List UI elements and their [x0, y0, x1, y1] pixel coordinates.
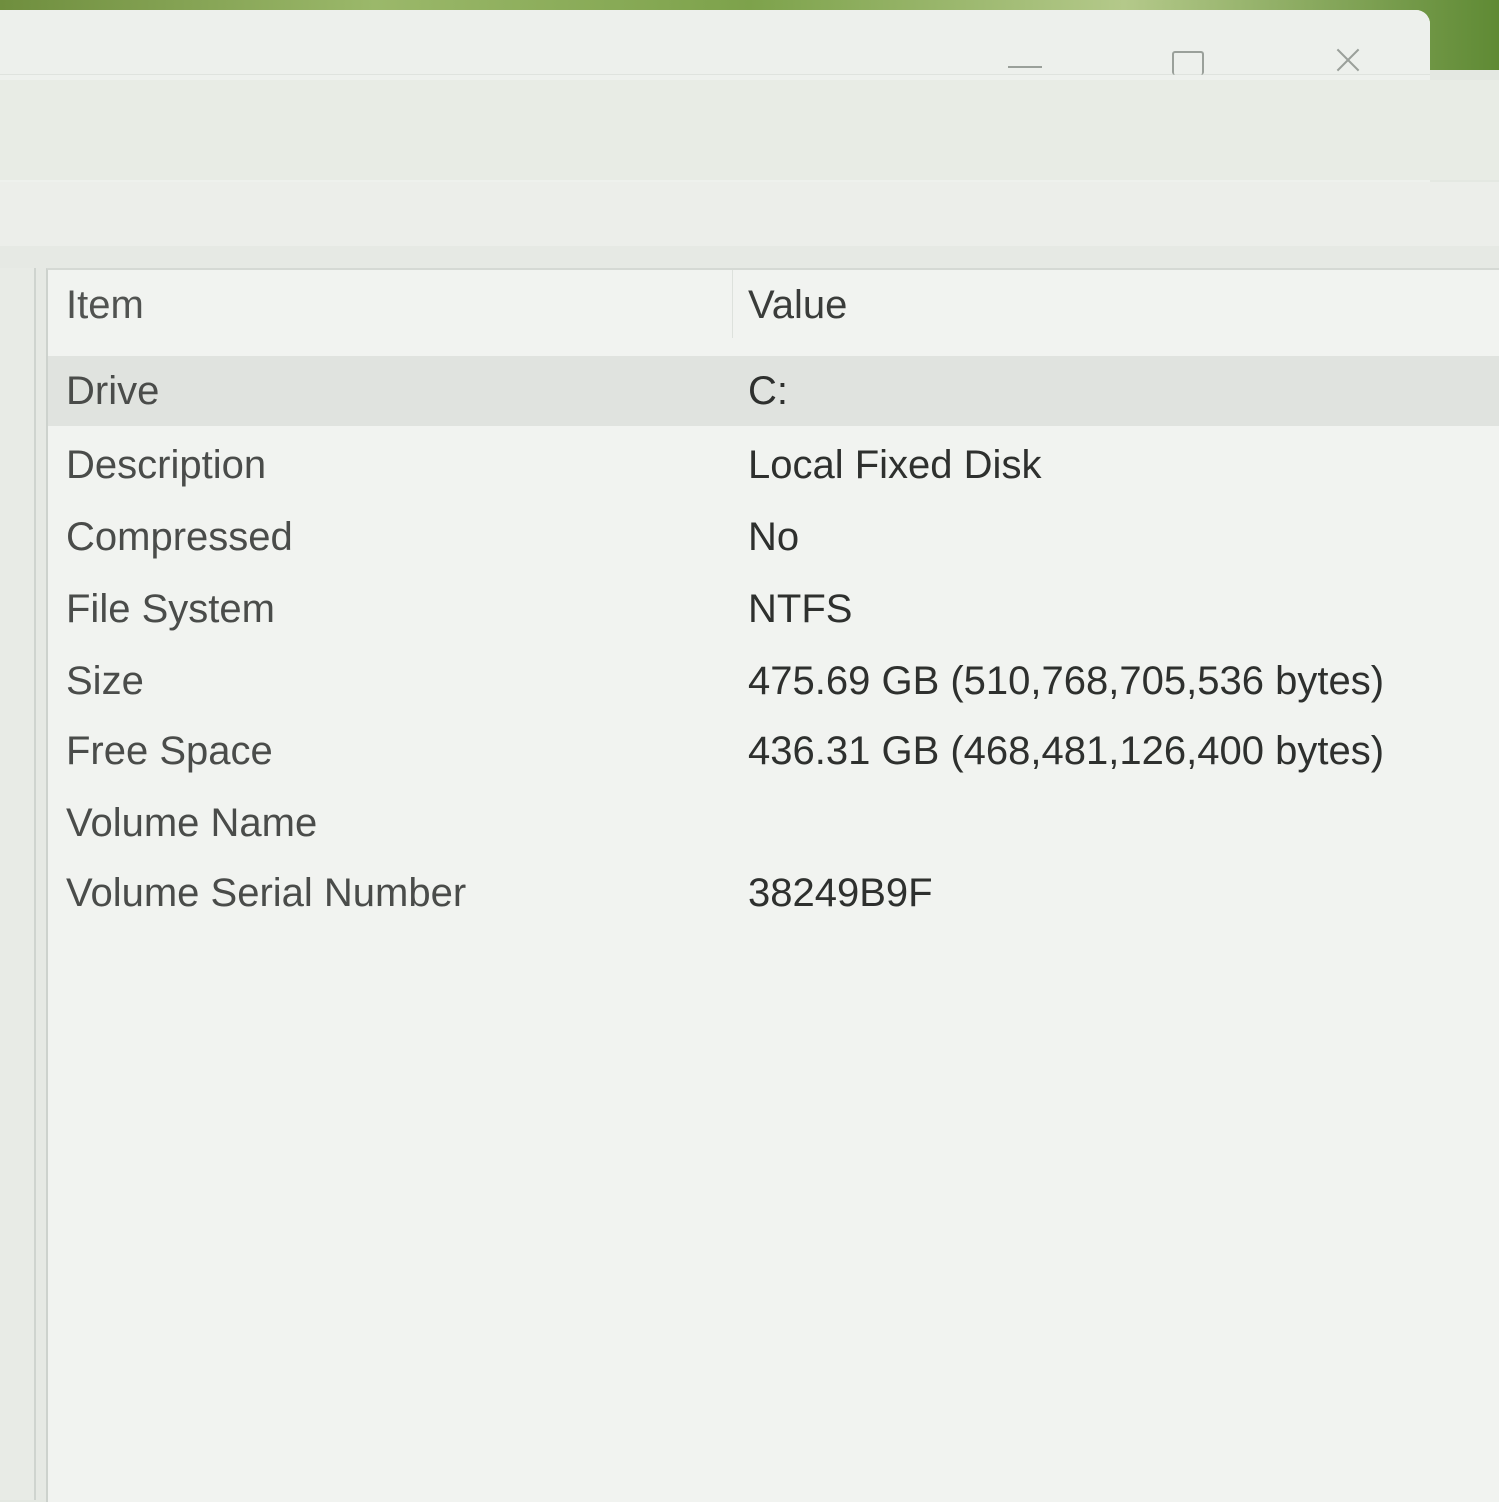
row-item: Size — [66, 659, 144, 703]
close-button[interactable] — [1318, 36, 1378, 74]
list-header: Item Value — [48, 270, 1499, 340]
row-value: 436.31 GB (468,481,126,400 bytes) — [748, 729, 1385, 773]
title-bar[interactable] — [0, 10, 1430, 75]
row-value: Local Fixed Disk — [748, 443, 1042, 487]
table-row[interactable]: Volume Name — [48, 788, 1499, 858]
close-icon — [1333, 45, 1363, 75]
table-row[interactable]: File System NTFS — [48, 574, 1499, 644]
row-item: Volume Serial Number — [66, 871, 467, 915]
row-value: NTFS — [748, 587, 853, 631]
row-value: 38249B9F — [748, 871, 933, 915]
row-item: Drive — [66, 369, 160, 413]
minimize-button[interactable] — [995, 36, 1055, 74]
row-item: Description — [66, 443, 267, 487]
table-row[interactable]: Size 475.69 GB (510,768,705,536 bytes) — [48, 646, 1499, 716]
row-item: Compressed — [66, 515, 293, 559]
category-tree-pane[interactable] — [0, 268, 36, 1500]
row-value: No — [748, 515, 800, 559]
details-list-view[interactable]: Item Value Drive C: Description Local Fi… — [46, 268, 1499, 1502]
column-header-item[interactable]: Item — [66, 270, 144, 340]
row-value: C: — [748, 369, 788, 413]
maximize-icon — [1172, 51, 1204, 75]
row-item: Volume Name — [66, 801, 318, 845]
table-row[interactable]: Free Space 436.31 GB (468,481,126,400 by… — [48, 716, 1499, 786]
row-item: Free Space — [66, 729, 273, 773]
table-row[interactable]: Description Local Fixed Disk — [48, 430, 1499, 500]
row-value: 475.69 GB (510,768,705,536 bytes) — [748, 659, 1385, 703]
table-row[interactable]: Drive C: — [48, 356, 1499, 426]
column-divider[interactable] — [732, 270, 733, 338]
toolbar — [0, 182, 1499, 247]
table-row[interactable]: Volume Serial Number 38249B9F — [48, 858, 1499, 928]
minimize-icon — [1008, 66, 1042, 68]
maximize-button[interactable] — [1158, 36, 1218, 75]
row-item: File System — [66, 587, 275, 631]
column-header-value[interactable]: Value — [748, 270, 847, 340]
table-row[interactable]: Compressed No — [48, 502, 1499, 572]
menu-bar — [0, 80, 1499, 180]
